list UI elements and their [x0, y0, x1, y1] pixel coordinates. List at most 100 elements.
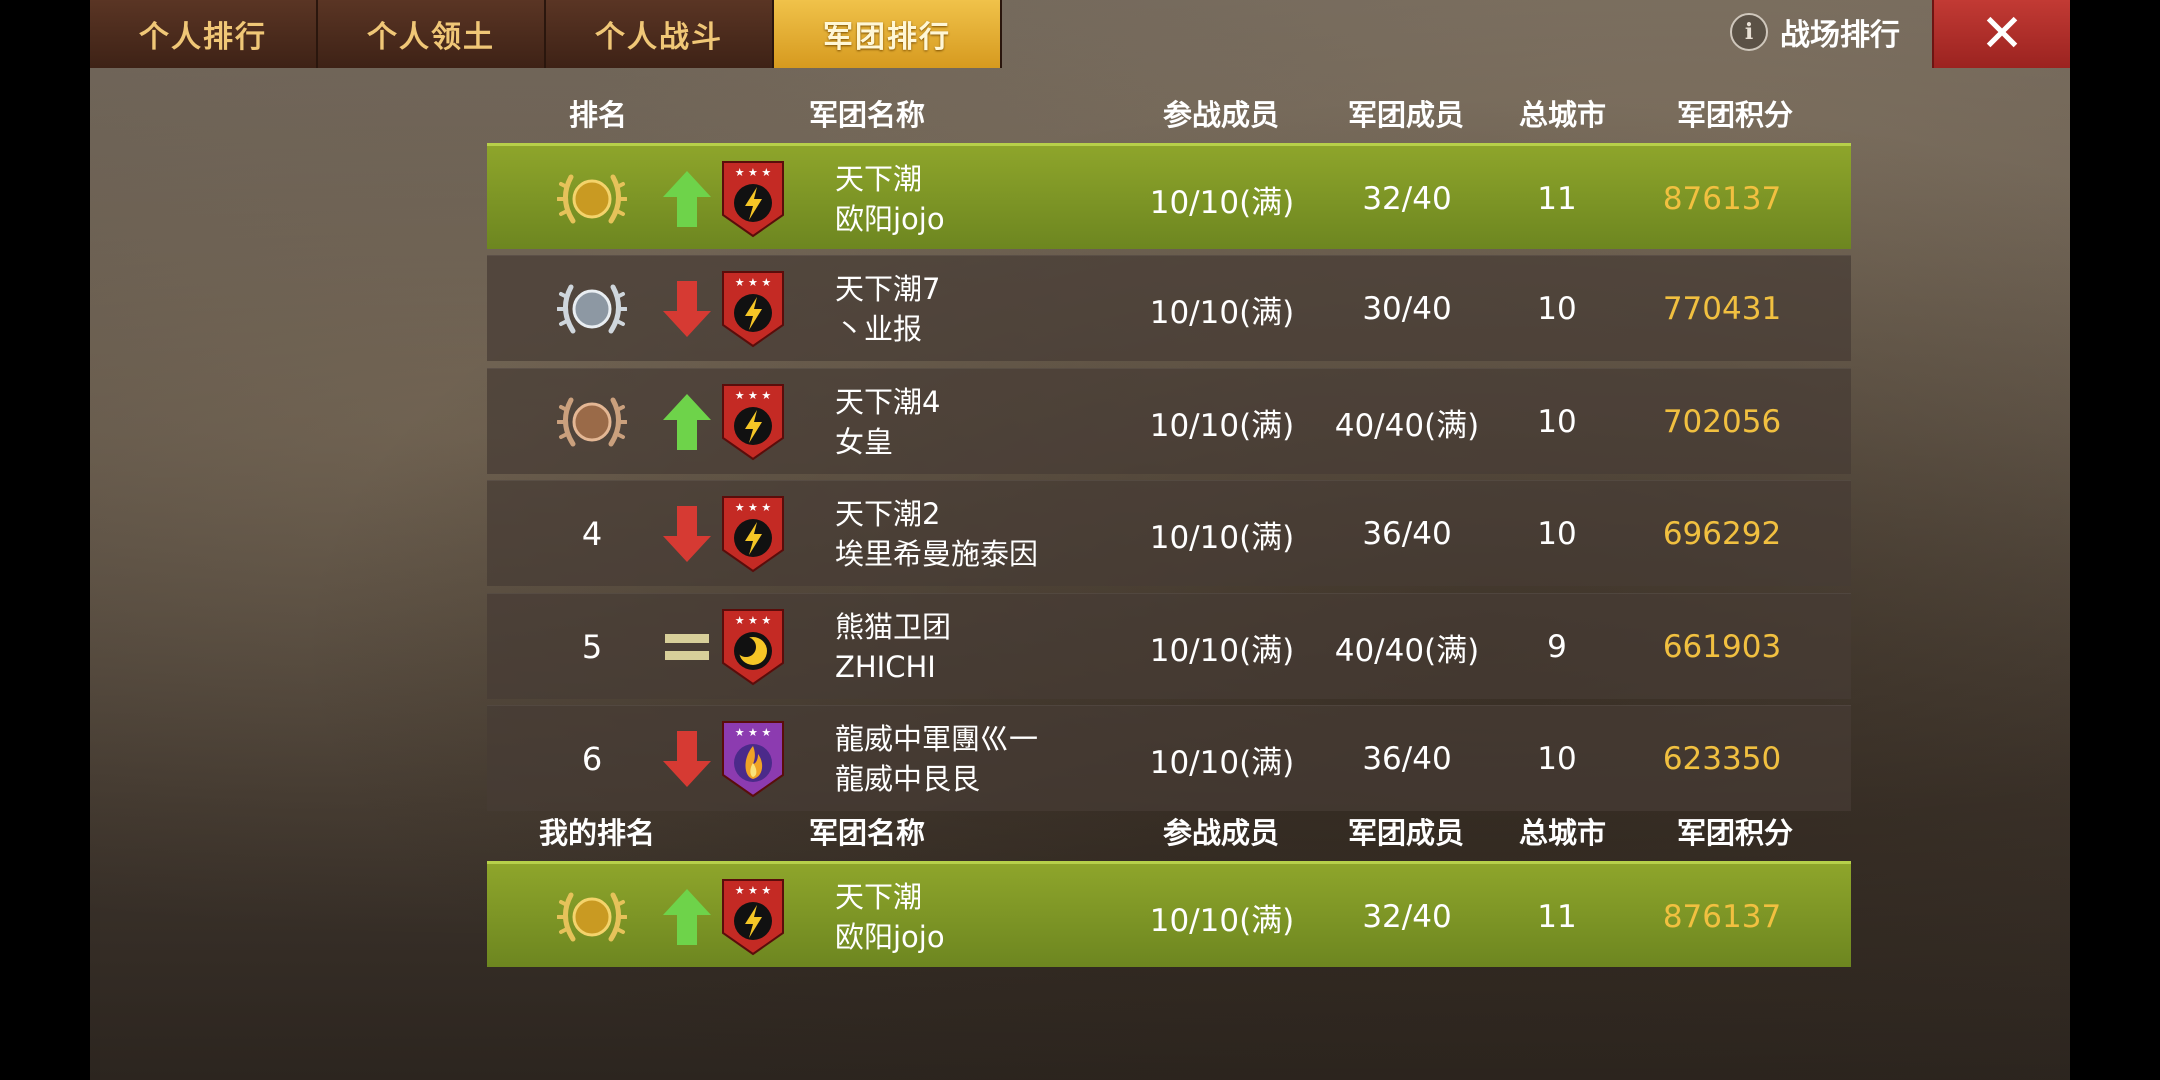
legion-leader: 女皇 [835, 425, 894, 459]
active-members: 10/10(满) [1149, 294, 1295, 331]
svg-text:★ ★ ★: ★ ★ ★ [735, 614, 772, 627]
column-legion-members: 军团成员 [1348, 98, 1465, 132]
rank-number: 5 [581, 628, 603, 666]
active-members: 10/10(满) [1149, 407, 1295, 444]
svg-text:★ ★ ★: ★ ★ ★ [735, 389, 772, 402]
column-total-cities: 总城市 [1519, 816, 1607, 850]
legion-name-cell: 龍威中軍團巛一 龍威中艮艮 [835, 706, 1135, 812]
battlefield-ranking-label: 战场排行 [1780, 18, 1900, 53]
rank-up-arrow-icon [657, 864, 717, 970]
close-icon: ✕ [1980, 4, 2024, 64]
column-legion-name: 军团名称 [809, 816, 926, 850]
legion-emblem-icon: ★ ★ ★ [720, 146, 786, 252]
column-my-rank: 我的排名 [539, 816, 656, 850]
legion-score: 696292 [1662, 516, 1782, 552]
legion-name: 天下潮4 [835, 385, 941, 419]
rank-medal-icon [547, 864, 637, 970]
legion-name-cell: 天下潮4 女皇 [835, 369, 1135, 475]
legion-leader: 埃里希曼施泰因 [835, 537, 1039, 571]
legion-name: 熊猫卫团 [835, 610, 952, 644]
legion-name: 天下潮 [835, 162, 923, 196]
legion-members: 36/40 [1362, 516, 1452, 552]
table-row[interactable]: 4 ★ ★ ★ 天下潮2 埃里希曼施泰因 10/10(满) 36/40 10 6… [487, 480, 1851, 586]
column-legion-score: 军团积分 [1677, 816, 1794, 850]
rank-medal-icon [547, 256, 637, 362]
close-button[interactable]: ✕ [1932, 0, 2070, 68]
legion-emblem-icon: ★ ★ ★ [720, 256, 786, 362]
legion-name: 龍威中軍團巛一 [835, 722, 1039, 756]
table-row[interactable]: ★ ★ ★ 天下潮 欧阳jojo 10/10(满) 32/40 11 87613… [487, 143, 1851, 249]
column-active-members: 参战成员 [1163, 98, 1280, 132]
rank-down-arrow-icon [657, 706, 717, 812]
battlefield-ranking[interactable]: i 战场排行 [1730, 8, 1900, 56]
table-row[interactable]: 5 ★ ★ ★ 熊猫卫团 ZHICHI 10/10(满) 40/40(满) 9 … [487, 593, 1851, 699]
rank-medal-icon [547, 369, 637, 475]
active-members: 10/10(满) [1149, 184, 1295, 221]
active-members: 10/10(满) [1149, 744, 1295, 781]
table-header: 排名 军团名称 参战成员 军团成员 总城市 军团积分 [487, 88, 1851, 138]
total-cities: 9 [1547, 629, 1567, 665]
table-row[interactable]: ★ ★ ★ 天下潮4 女皇 10/10(满) 40/40(满) 10 70205… [487, 368, 1851, 474]
tab-personal-battle[interactable]: 个人战斗 [546, 0, 774, 68]
legion-name: 天下潮7 [835, 272, 941, 306]
rank-up-arrow-icon [657, 369, 717, 475]
tab-personal-ranking[interactable]: 个人排行 [90, 0, 318, 68]
table-row[interactable]: ★ ★ ★ 天下潮 欧阳jojo 10/10(满) 32/40 11 87613… [487, 861, 1851, 967]
legion-members: 40/40(满) [1334, 407, 1480, 444]
tab-bar: 个人排行 个人领土 个人战斗 军团排行 [90, 0, 1002, 68]
active-members: 10/10(满) [1149, 902, 1295, 939]
svg-text:★ ★ ★: ★ ★ ★ [735, 501, 772, 514]
total-cities: 10 [1537, 291, 1577, 327]
column-rank: 排名 [569, 98, 628, 132]
column-legion-score: 军团积分 [1677, 98, 1794, 132]
rank-down-arrow-icon [657, 481, 717, 587]
svg-text:★ ★ ★: ★ ★ ★ [735, 166, 772, 179]
active-members: 10/10(满) [1149, 632, 1295, 669]
rank-down-arrow-icon [657, 256, 717, 362]
total-cities: 11 [1537, 899, 1577, 935]
rank-number: 6 [581, 740, 603, 778]
legion-members: 30/40 [1362, 291, 1452, 327]
legion-members: 32/40 [1362, 181, 1452, 217]
legion-leader: 欧阳jojo [835, 202, 945, 236]
legion-emblem-icon: ★ ★ ★ [720, 481, 786, 587]
svg-text:★ ★ ★: ★ ★ ★ [735, 726, 772, 739]
tab-personal-territory[interactable]: 个人领土 [318, 0, 546, 68]
legion-score: 661903 [1662, 629, 1782, 665]
column-legion-name: 军团名称 [809, 98, 926, 132]
total-cities: 10 [1537, 741, 1577, 777]
legion-name-cell: 熊猫卫团 ZHICHI [835, 594, 1135, 700]
total-cities: 10 [1537, 404, 1577, 440]
table-row[interactable]: ★ ★ ★ 天下潮7 丶业报 10/10(满) 30/40 10 770431 [487, 255, 1851, 361]
legion-score: 623350 [1662, 741, 1782, 777]
column-legion-members: 军团成员 [1348, 816, 1465, 850]
legion-score: 876137 [1662, 899, 1782, 935]
legion-score: 876137 [1662, 181, 1782, 217]
legion-name-cell: 天下潮7 丶业报 [835, 256, 1135, 362]
tab-legion-ranking[interactable]: 军团排行 [774, 0, 1002, 68]
legion-score: 770431 [1662, 291, 1782, 327]
legion-name: 天下潮 [835, 880, 923, 914]
my-rank-header: 我的排名 军团名称 参战成员 军团成员 总城市 军团积分 [487, 806, 1851, 856]
legion-emblem-icon: ★ ★ ★ [720, 864, 786, 970]
info-icon[interactable]: i [1730, 13, 1768, 51]
legion-emblem-icon: ★ ★ ★ [720, 706, 786, 812]
legion-emblem-icon: ★ ★ ★ [720, 369, 786, 475]
legion-members: 40/40(满) [1334, 632, 1480, 669]
legion-name-cell: 天下潮 欧阳jojo [835, 146, 1135, 252]
legion-score: 702056 [1662, 404, 1782, 440]
rank-unchanged-icon [657, 594, 717, 700]
legion-members: 36/40 [1362, 741, 1452, 777]
legion-leader: 欧阳jojo [835, 920, 945, 954]
legion-emblem-icon: ★ ★ ★ [720, 594, 786, 700]
svg-text:★ ★ ★: ★ ★ ★ [735, 276, 772, 289]
column-total-cities: 总城市 [1519, 98, 1607, 132]
total-cities: 11 [1537, 181, 1577, 217]
legion-ranking-panel: 个人排行 个人领土 个人战斗 军团排行 i 战场排行 ✕ 排名 军团名称 参战成… [90, 0, 2070, 1080]
legion-members: 32/40 [1362, 899, 1452, 935]
legion-name-cell: 天下潮2 埃里希曼施泰因 [835, 481, 1135, 587]
table-row[interactable]: 6 ★ ★ ★ 龍威中軍團巛一 龍威中艮艮 10/10(满) 36/40 10 … [487, 705, 1851, 811]
rank-up-arrow-icon [657, 146, 717, 252]
total-cities: 10 [1537, 516, 1577, 552]
legion-name-cell: 天下潮 欧阳jojo [835, 864, 1135, 970]
